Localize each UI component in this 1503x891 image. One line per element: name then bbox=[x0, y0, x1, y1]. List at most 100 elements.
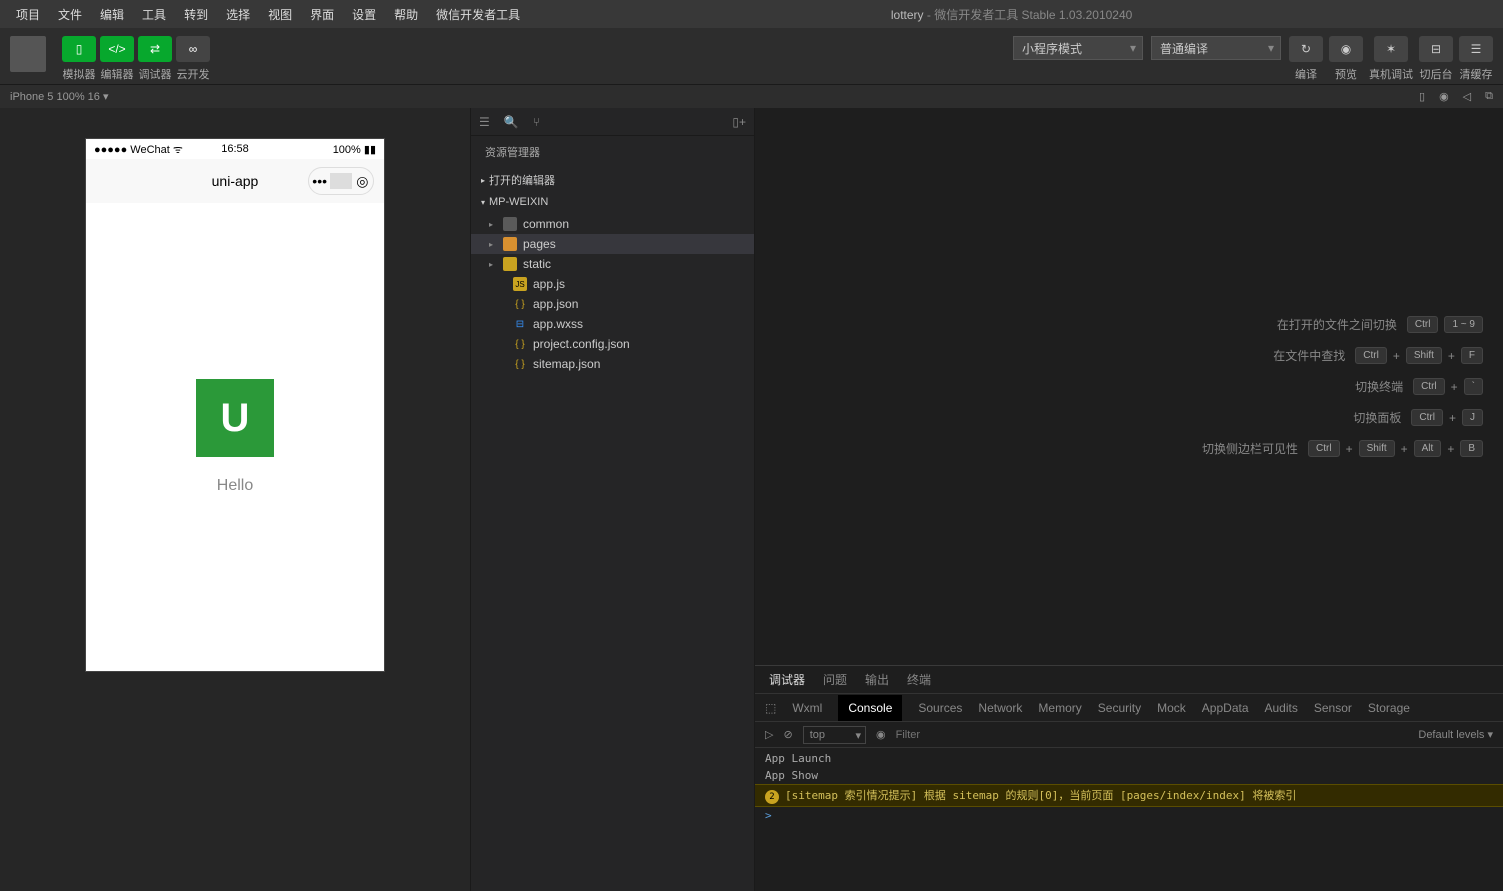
clear-cache-icon[interactable]: ☰ bbox=[1459, 36, 1493, 62]
window-title: lottery - 微信开发者工具 Stable 1.03.2010240 bbox=[528, 6, 1495, 23]
folder-item[interactable]: ▸pages bbox=[471, 234, 754, 254]
console-line: App Show bbox=[755, 767, 1503, 784]
menu-item[interactable]: 视图 bbox=[260, 3, 300, 26]
folder-item[interactable]: ▸static bbox=[471, 254, 754, 274]
tree-item-label: common bbox=[523, 217, 569, 231]
file-icon: { } bbox=[513, 357, 527, 371]
project-section[interactable]: ▾MP-WEIXIN bbox=[471, 192, 754, 212]
console-prompt[interactable]: > bbox=[755, 807, 1503, 824]
tab-sources[interactable]: Sources bbox=[918, 701, 962, 715]
cloud-button[interactable]: ∞ bbox=[176, 36, 210, 62]
editor-panel: 在打开的文件之间切换Ctrl1 ~ 9 在文件中查找Ctrl+Shift+F 切换终… bbox=[755, 108, 1503, 891]
preview-icon[interactable]: ◉ bbox=[1329, 36, 1363, 62]
console-line: 2[sitemap 索引情况提示] 根据 sitemap 的规则[0]，当前页面… bbox=[755, 784, 1503, 807]
tool-label: 编辑器 bbox=[100, 66, 134, 82]
branch-icon[interactable]: ⑂ bbox=[533, 115, 540, 129]
tool-label: 调试器 bbox=[138, 66, 172, 82]
play-icon[interactable]: ▷ bbox=[765, 728, 773, 741]
menu-item[interactable]: 微信开发者工具 bbox=[428, 3, 528, 26]
tab-audits[interactable]: Audits bbox=[1265, 701, 1298, 715]
tab-mock[interactable]: Mock bbox=[1157, 701, 1186, 715]
phone-time: 16:58 bbox=[188, 143, 282, 155]
clear-icon[interactable]: ⊘ bbox=[783, 728, 792, 741]
tree-item-label: pages bbox=[523, 237, 556, 251]
menu-item[interactable]: 编辑 bbox=[92, 3, 132, 26]
simulator-panel: ●●●●● WeChat ᯤ 16:58 100% ▮▮ uni-app •••… bbox=[0, 108, 470, 891]
compile-dropdown[interactable]: 普通编译 bbox=[1151, 36, 1281, 60]
debugger-button[interactable]: ⇄ bbox=[138, 36, 172, 62]
tab-appdata[interactable]: AppData bbox=[1202, 701, 1249, 715]
phone-carrier: ●●●●● WeChat ᯤ bbox=[94, 142, 188, 157]
tab-storage[interactable]: Storage bbox=[1368, 701, 1410, 715]
filter-input[interactable] bbox=[896, 729, 1409, 741]
tab-sensor[interactable]: Sensor bbox=[1314, 701, 1352, 715]
file-item[interactable]: JS app.js bbox=[471, 274, 754, 294]
avatar[interactable] bbox=[10, 36, 46, 72]
open-editors-section[interactable]: ▸打开的编辑器 bbox=[471, 168, 754, 192]
menu-item[interactable]: 转到 bbox=[176, 3, 216, 26]
tab-problems[interactable]: 问题 bbox=[823, 671, 847, 688]
shortcut-hint: 切换终端Ctrl+` bbox=[1355, 378, 1483, 395]
tool-label: 云开发 bbox=[176, 66, 210, 82]
compile-icon[interactable]: ↻ bbox=[1289, 36, 1323, 62]
file-icon: { } bbox=[513, 337, 527, 351]
tab-memory[interactable]: Memory bbox=[1038, 701, 1081, 715]
toolbar: ▯ </> ⇄ ∞ 模拟器 编辑器 调试器 云开发 小程序模式 普通编译 ↻编译… bbox=[0, 28, 1503, 84]
search-icon[interactable]: 🔍 bbox=[504, 115, 519, 129]
explorer-list-icon[interactable]: ☰ bbox=[479, 115, 490, 129]
eye-icon[interactable]: ◉ bbox=[876, 728, 886, 741]
tool-label: 模拟器 bbox=[62, 66, 96, 82]
file-item[interactable]: { }app.json bbox=[471, 294, 754, 314]
menu-item[interactable]: 界面 bbox=[302, 3, 342, 26]
file-tree: ▸common▸pages▸static JS app.js { }app.json⊟… bbox=[471, 212, 754, 376]
device-icon[interactable]: ▯ bbox=[1419, 90, 1425, 103]
tab-output[interactable]: 输出 bbox=[865, 671, 889, 688]
tab-console[interactable]: Console bbox=[838, 695, 902, 721]
context-selector[interactable]: top bbox=[803, 726, 866, 744]
tree-item-label: project.config.json bbox=[533, 337, 630, 351]
file-item[interactable]: { }sitemap.json bbox=[471, 354, 754, 374]
folder-icon bbox=[503, 257, 517, 271]
collapse-icon[interactable]: ▯+ bbox=[732, 115, 746, 129]
phone-preview[interactable]: ●●●●● WeChat ᯤ 16:58 100% ▮▮ uni-app •••… bbox=[85, 138, 385, 672]
file-icon: { } bbox=[513, 297, 527, 311]
shortcut-hint: 在文件中查找Ctrl+Shift+F bbox=[1273, 347, 1483, 364]
app-logo: U bbox=[196, 379, 274, 457]
tab-wxml[interactable]: Wxml bbox=[792, 701, 822, 715]
menu-item[interactable]: 设置 bbox=[344, 3, 384, 26]
remote-debug-icon[interactable]: ✶ bbox=[1374, 36, 1408, 62]
record-icon[interactable]: ◉ bbox=[1439, 90, 1449, 103]
shortcut-hint: 在打开的文件之间切换Ctrl1 ~ 9 bbox=[1277, 316, 1483, 333]
tab-security[interactable]: Security bbox=[1098, 701, 1141, 715]
levels-selector[interactable]: Default levels ▾ bbox=[1418, 728, 1493, 741]
inspect-icon[interactable]: ⬚ bbox=[765, 701, 776, 715]
tree-item-label: static bbox=[523, 257, 551, 271]
simulator-button[interactable]: ▯ bbox=[62, 36, 96, 62]
menu-item[interactable]: 帮助 bbox=[386, 3, 426, 26]
menu-item[interactable]: 工具 bbox=[134, 3, 174, 26]
pop-icon[interactable]: ⧉ bbox=[1485, 90, 1493, 103]
mode-dropdown[interactable]: 小程序模式 bbox=[1013, 36, 1143, 60]
device-selector[interactable]: iPhone 5 100% 16 ▾ bbox=[10, 90, 109, 103]
capsule-button[interactable]: •••◎ bbox=[308, 167, 374, 195]
console-line: App Launch bbox=[755, 750, 1503, 767]
file-item[interactable]: { } project.config.json bbox=[471, 334, 754, 354]
main-menu: 项目 文件 编辑 工具 转到 选择 视图 界面 设置 帮助 微信开发者工具 bbox=[8, 3, 528, 26]
file-item[interactable]: ⊟app.wxss bbox=[471, 314, 754, 334]
explorer-title: 资源管理器 bbox=[471, 136, 754, 168]
file-icon: JS bbox=[513, 277, 527, 291]
menu-item[interactable]: 选择 bbox=[218, 3, 258, 26]
folder-item[interactable]: ▸common bbox=[471, 214, 754, 234]
phone-nav-title: uni-app bbox=[212, 173, 259, 189]
menu-item[interactable]: 项目 bbox=[8, 3, 48, 26]
menu-item[interactable]: 文件 bbox=[50, 3, 90, 26]
tab-debugger[interactable]: 调试器 bbox=[769, 671, 805, 688]
mute-icon[interactable]: ◁ bbox=[1463, 90, 1471, 103]
tab-terminal[interactable]: 终端 bbox=[907, 671, 931, 688]
background-icon[interactable]: ⊟ bbox=[1419, 36, 1453, 62]
tab-network[interactable]: Network bbox=[978, 701, 1022, 715]
editor-button[interactable]: </> bbox=[100, 36, 134, 62]
devtools-panel: 调试器 问题 输出 终端 ⬚ Wxml Console Sources Netw… bbox=[755, 665, 1503, 891]
tree-item-label: app.js bbox=[533, 277, 565, 291]
explorer-panel: ☰ 🔍 ⑂ ▯+ 资源管理器 ▸打开的编辑器 ▾MP-WEIXIN ▸commo… bbox=[470, 108, 755, 891]
